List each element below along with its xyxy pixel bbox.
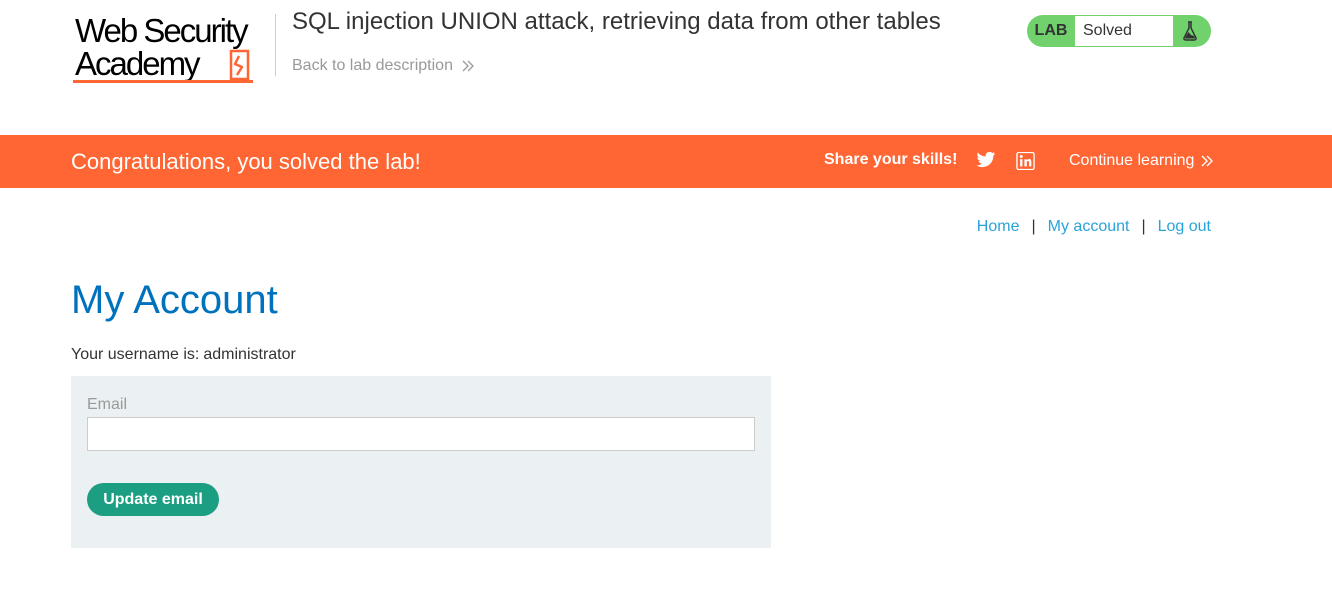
nav-log-out-link[interactable]: Log out (1158, 218, 1211, 236)
logo-underline (73, 80, 253, 83)
lab-status-text: Solved (1075, 16, 1173, 46)
username-label: Your username is: (71, 346, 200, 363)
nav-separator: | (1141, 218, 1146, 235)
nav-separator: | (1031, 218, 1036, 235)
header-divider (275, 14, 276, 76)
solved-message: Congratulations, you solved the lab! (71, 149, 421, 174)
solved-banner: Congratulations, you solved the lab! Sha… (0, 135, 1332, 188)
flask-icon (1183, 21, 1197, 41)
email-label: Email (87, 396, 128, 413)
username-value: administrator (203, 346, 296, 363)
username-line: Your username is: administrator (71, 346, 296, 364)
top-navigation: Home | My account | Log out (977, 218, 1211, 236)
lab-badge: LAB (1034, 22, 1068, 39)
logo-text-line1: Web Security (75, 12, 249, 49)
chevron-double-right-icon (1201, 155, 1214, 167)
back-link-label: Back to lab description (292, 57, 453, 74)
back-to-lab-description-link[interactable]: Back to lab description (292, 57, 475, 75)
lab-title: SQL injection UNION attack, retrieving d… (292, 8, 941, 35)
continue-learning-label: Continue learning (1069, 152, 1195, 169)
twitter-icon[interactable] (976, 151, 996, 174)
update-email-button[interactable]: Update email (87, 483, 219, 516)
lab-status-widget: LAB Solved (1027, 15, 1211, 47)
logo-text-line2: Academy (75, 45, 201, 82)
nav-my-account-link[interactable]: My account (1048, 218, 1130, 236)
linkedin-icon[interactable] (1016, 151, 1035, 175)
change-email-form: Email Update email (71, 376, 771, 548)
email-input[interactable] (87, 417, 755, 451)
lab-header: Web Security Academy SQL injection UNION… (0, 0, 1332, 135)
share-label: Share your skills! (824, 151, 958, 168)
page-title: My Account (71, 278, 278, 322)
chevron-double-right-icon (462, 60, 474, 72)
continue-learning-link[interactable]: Continue learning (1069, 152, 1214, 170)
academy-logo[interactable]: Web Security Academy (73, 14, 273, 86)
logo-mark-icon (229, 49, 250, 81)
nav-home-link[interactable]: Home (977, 218, 1020, 236)
